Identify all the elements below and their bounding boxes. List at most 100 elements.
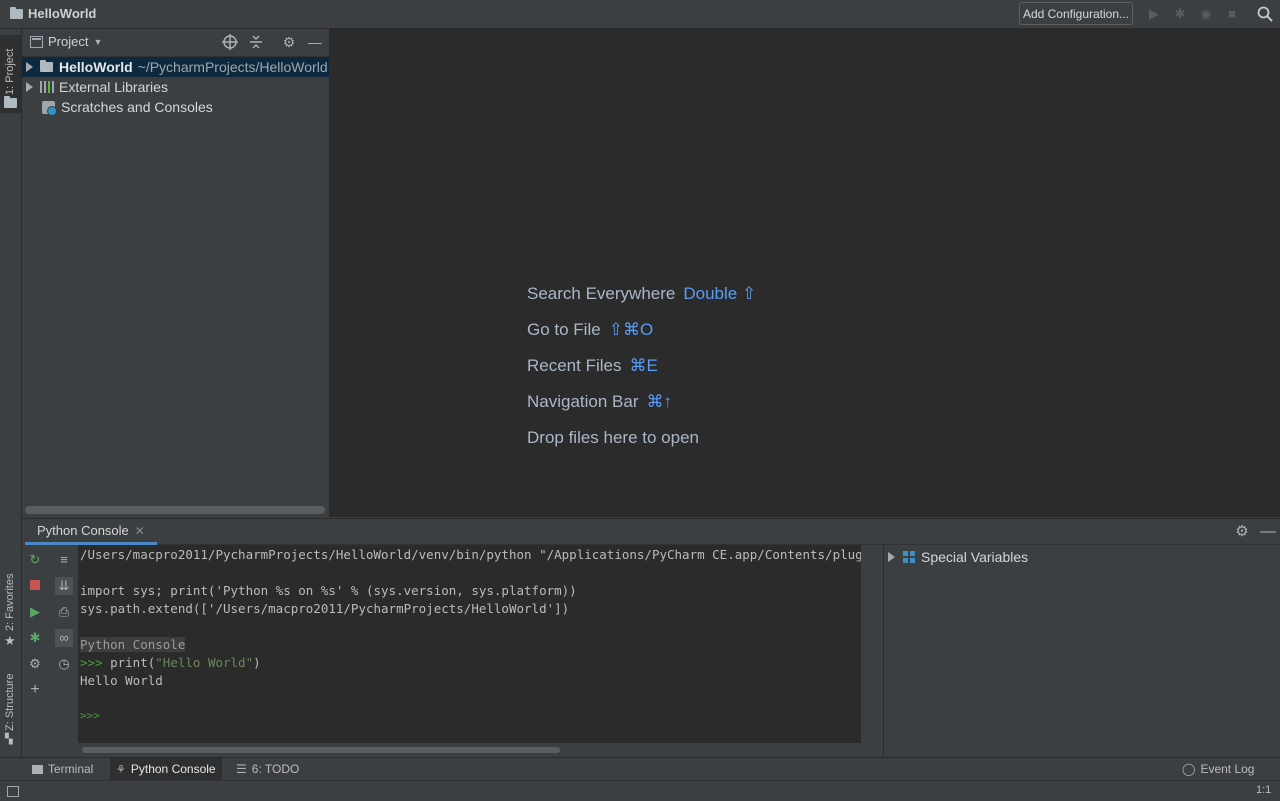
hint-label: Navigation Bar [527, 392, 639, 411]
locate-target-icon[interactable] [222, 34, 238, 50]
stop-icon[interactable]: ■ [1225, 7, 1239, 21]
console-line-path: sys.path.extend(['/Users/macpro2011/Pych… [80, 601, 570, 616]
console-line-output: Hello World [80, 673, 163, 688]
debug-icon[interactable]: ✱ [26, 629, 44, 647]
todo-list-icon: ☰ [236, 762, 247, 776]
console-prompt: >>> [80, 655, 103, 670]
special-variables-node[interactable]: Special Variables [888, 549, 1028, 565]
project-tool-window: Project ▼ ⚙ — HelloWorld ~/PycharmProjec… [22, 29, 330, 517]
tab-todo[interactable]: ☰ 6: TODO [230, 758, 305, 780]
console-line-command: /Users/macpro2011/PycharmProjects/HelloW… [80, 547, 861, 562]
hint-navigation-bar: Navigation Bar ⌘↑ [527, 392, 672, 412]
project-view-label: Project [48, 34, 89, 49]
search-icon[interactable] [1257, 6, 1273, 22]
scroll-to-end-icon[interactable]: ⇊ [55, 577, 73, 595]
hint-label: Go to File [527, 320, 601, 339]
scratches-icon [42, 100, 57, 116]
folder-icon [10, 6, 23, 19]
minimize-icon[interactable]: — [1260, 524, 1276, 540]
project-view-selector[interactable]: Project ▼ [30, 34, 102, 49]
tab-favorites-label: 2: Favorites [4, 573, 16, 631]
console-banner: Python Console [80, 637, 186, 652]
hint-label: Recent Files [527, 356, 622, 375]
run-with-coverage-icon[interactable]: ◉ [1199, 7, 1213, 21]
tab-terminal[interactable]: Terminal [26, 758, 99, 780]
expand-arrow-icon[interactable] [26, 82, 33, 92]
tab-python-console-bottom[interactable]: ⚘ Python Console [110, 758, 222, 780]
debug-icon[interactable]: ✱ [1173, 7, 1187, 21]
folder-icon [4, 96, 17, 108]
console-input-close: ) [253, 655, 261, 670]
hint-go-to-file: Go to File ⇧⌘O [527, 320, 653, 340]
stop-icon[interactable] [26, 577, 44, 595]
tree-item-helloworld[interactable]: HelloWorld ~/PycharmProjects/HelloWorld [22, 57, 329, 77]
tab-python-console[interactable]: Python Console ✕ [25, 519, 157, 545]
tab-terminal-label: Terminal [48, 762, 94, 776]
project-breadcrumb[interactable]: HelloWorld [10, 6, 96, 21]
hint-shortcut: ⌘↑ [646, 392, 673, 411]
horizontal-scrollbar[interactable] [25, 506, 325, 514]
console-horizontal-scrollbar[interactable] [82, 747, 560, 753]
tab-project[interactable]: 1: Project [0, 35, 21, 113]
settings-icon[interactable]: ⚙ [26, 655, 44, 673]
editor-empty-area[interactable]: Search Everywhere Double ⇧ Go to File ⇧⌘O … [330, 29, 1280, 517]
soft-wrap-icon[interactable]: ≡ [55, 551, 73, 569]
add-configuration-button[interactable]: Add Configuration... [1019, 2, 1133, 25]
show-variables-icon[interactable]: ∞ [55, 629, 73, 647]
tab-favorites[interactable]: 2: Favorites ★ [0, 567, 21, 653]
gear-icon[interactable]: ⚙ [281, 34, 297, 50]
gear-icon[interactable]: ⚙ [1234, 524, 1250, 540]
hint-search-everywhere: Search Everywhere Double ⇧ [527, 284, 756, 304]
tree-item-scratches[interactable]: Scratches and Consoles [22, 97, 329, 117]
library-icon [40, 81, 55, 93]
console-input-prompt[interactable]: >>> [80, 709, 100, 722]
left-tool-stripe: 1: Project 2: Favorites ★ Z: Structure ▚ [0, 29, 22, 757]
tab-event-log-label: Event Log [1200, 762, 1255, 776]
terminal-icon [32, 764, 43, 774]
hint-shortcut: ⇧⌘O [608, 320, 654, 339]
console-line-banner: Python Console [80, 637, 186, 652]
project-name: HelloWorld [28, 6, 97, 21]
tree-item-label: HelloWorld [59, 59, 133, 75]
toggle-tool-windows-icon[interactable] [7, 786, 19, 797]
hint-shortcut: Double ⇧ [683, 284, 757, 303]
minimize-icon[interactable]: — [307, 34, 323, 50]
tab-structure-label: Z: Structure [4, 673, 16, 731]
tree-item-external-libraries[interactable]: External Libraries [22, 77, 329, 97]
console-gutter [861, 545, 884, 757]
tab-event-log[interactable]: ◯ Event Log [1176, 758, 1260, 780]
tab-todo-label: 6: TODO [251, 762, 300, 776]
folder-icon [40, 60, 53, 72]
console-input-string: "Hello World" [155, 655, 254, 670]
expand-arrow-icon[interactable] [888, 552, 895, 562]
status-bar: 1:1 [0, 780, 1280, 801]
console-output[interactable]: /Users/macpro2011/PycharmProjects/HelloW… [78, 545, 861, 743]
rerun-icon[interactable]: ↻ [26, 551, 44, 569]
python-icon: ⚘ [116, 763, 126, 776]
console-input-fn: print( [110, 655, 156, 670]
structure-icon: ▚ [5, 734, 13, 745]
collapse-all-icon[interactable] [248, 34, 264, 50]
add-console-icon[interactable]: + [26, 681, 44, 699]
tree-item-label: Scratches and Consoles [61, 99, 213, 115]
history-clock-icon[interactable]: ◷ [55, 655, 73, 673]
tab-python-console-label: Python Console [130, 762, 216, 776]
hint-label: Drop files here to open [527, 428, 699, 447]
run-icon[interactable]: ▶ [1147, 7, 1161, 21]
tab-label: Python Console [37, 523, 129, 538]
print-icon[interactable]: ⎙ [55, 603, 73, 621]
project-view-icon [30, 35, 43, 48]
console-line-input: >>> print("Hello World") [80, 655, 261, 670]
tree-item-label: External Libraries [59, 79, 168, 95]
console-toolbar: ↻ ▶ ✱ ⚙ + ≡ ⇊ ⎙ ∞ ◷ [22, 545, 78, 757]
caret-position[interactable]: 1:1 [1256, 784, 1271, 796]
expand-arrow-icon[interactable] [26, 62, 33, 72]
navigation-bar: HelloWorld Add Configuration... ▶ ✱ ◉ ■ [0, 0, 1280, 29]
special-variables-label: Special Variables [921, 549, 1029, 565]
close-icon[interactable]: ✕ [135, 524, 145, 538]
hint-label: Search Everywhere [527, 284, 676, 303]
bottom-tool-stripe: Terminal ⚘ Python Console ☰ 6: TODO ◯ Ev… [0, 757, 1280, 780]
tab-structure[interactable]: Z: Structure ▚ [0, 665, 21, 745]
event-log-icon: ◯ [1182, 762, 1196, 776]
execute-icon[interactable]: ▶ [26, 603, 44, 621]
